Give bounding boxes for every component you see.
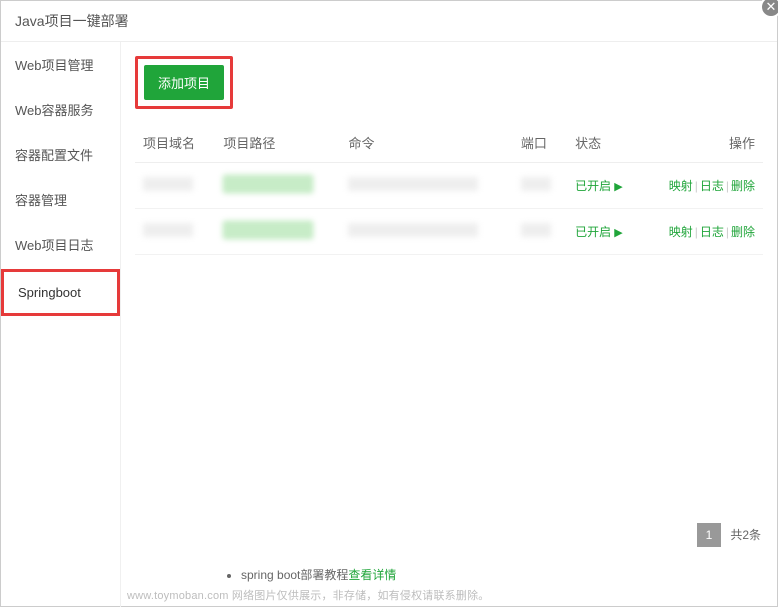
cell-cmd — [348, 177, 478, 191]
op-map[interactable]: 映射 — [669, 179, 693, 193]
cell-domain — [143, 177, 193, 191]
cell-ops: 映射|日志|删除 — [642, 209, 763, 255]
op-del[interactable]: 删除 — [731, 179, 755, 193]
toolbar: 添加项目 — [135, 56, 763, 109]
page-number[interactable]: 1 — [697, 523, 721, 547]
tip-text: spring boot部署教程 — [241, 568, 348, 582]
main-panel: 添加项目 项目域名 项目路径 命令 端口 状态 操作 — [121, 42, 777, 607]
cell-path — [223, 221, 313, 239]
add-project-button[interactable]: 添加项目 — [144, 65, 224, 100]
table-row: 已开启 ▶ 映射|日志|删除 — [135, 163, 763, 209]
page-total: 共2条 — [730, 528, 761, 542]
cell-ops: 映射|日志|删除 — [642, 163, 763, 209]
col-ops: 操作 — [642, 123, 763, 163]
col-status: 状态 — [567, 123, 642, 163]
watermark: www.toymoban.com 网络图片仅供展示，非存储，如有侵权请联系删除。 — [127, 587, 771, 603]
cell-status: 已开启 ▶ — [567, 209, 642, 255]
cell-port — [521, 177, 551, 191]
op-map[interactable]: 映射 — [669, 225, 693, 239]
highlight-add: 添加项目 — [135, 56, 233, 109]
sidebar-item-container-mgmt[interactable]: 容器管理 — [1, 177, 120, 222]
project-table: 项目域名 项目路径 命令 端口 状态 操作 已开启 ▶ — [135, 123, 763, 255]
play-icon: ▶ — [611, 181, 623, 193]
col-cmd: 命令 — [340, 123, 512, 163]
cell-status: 已开启 ▶ — [567, 163, 642, 209]
table-row: 已开启 ▶ 映射|日志|删除 — [135, 209, 763, 255]
play-icon: ▶ — [611, 227, 623, 239]
dialog-title: Java项目一键部署 — [1, 1, 777, 42]
cell-port — [521, 223, 551, 237]
sidebar-item-springboot[interactable]: Springboot — [1, 269, 120, 316]
dialog-window: ✕ Java项目一键部署 Web项目管理 Web容器服务 容器配置文件 容器管理… — [0, 0, 778, 607]
footer-tip: spring boot部署教程查看详情 — [221, 566, 777, 583]
op-log[interactable]: 日志 — [700, 225, 724, 239]
sidebar-item-web-container[interactable]: Web容器服务 — [1, 87, 120, 132]
pagination: 1 共2条 — [697, 523, 761, 547]
cell-domain — [143, 223, 193, 237]
op-log[interactable]: 日志 — [700, 179, 724, 193]
sidebar: Web项目管理 Web容器服务 容器配置文件 容器管理 Web项目日志 Spri… — [1, 42, 121, 607]
tip-link[interactable]: 查看详情 — [348, 568, 396, 582]
sidebar-item-config[interactable]: 容器配置文件 — [1, 132, 120, 177]
col-domain: 项目域名 — [135, 123, 215, 163]
sidebar-item-web-project[interactable]: Web项目管理 — [1, 42, 120, 87]
op-del[interactable]: 删除 — [731, 225, 755, 239]
sidebar-item-project-log[interactable]: Web项目日志 — [1, 222, 120, 267]
col-path: 项目路径 — [215, 123, 340, 163]
cell-cmd — [348, 223, 478, 237]
cell-path — [223, 175, 313, 193]
col-port: 端口 — [513, 123, 567, 163]
